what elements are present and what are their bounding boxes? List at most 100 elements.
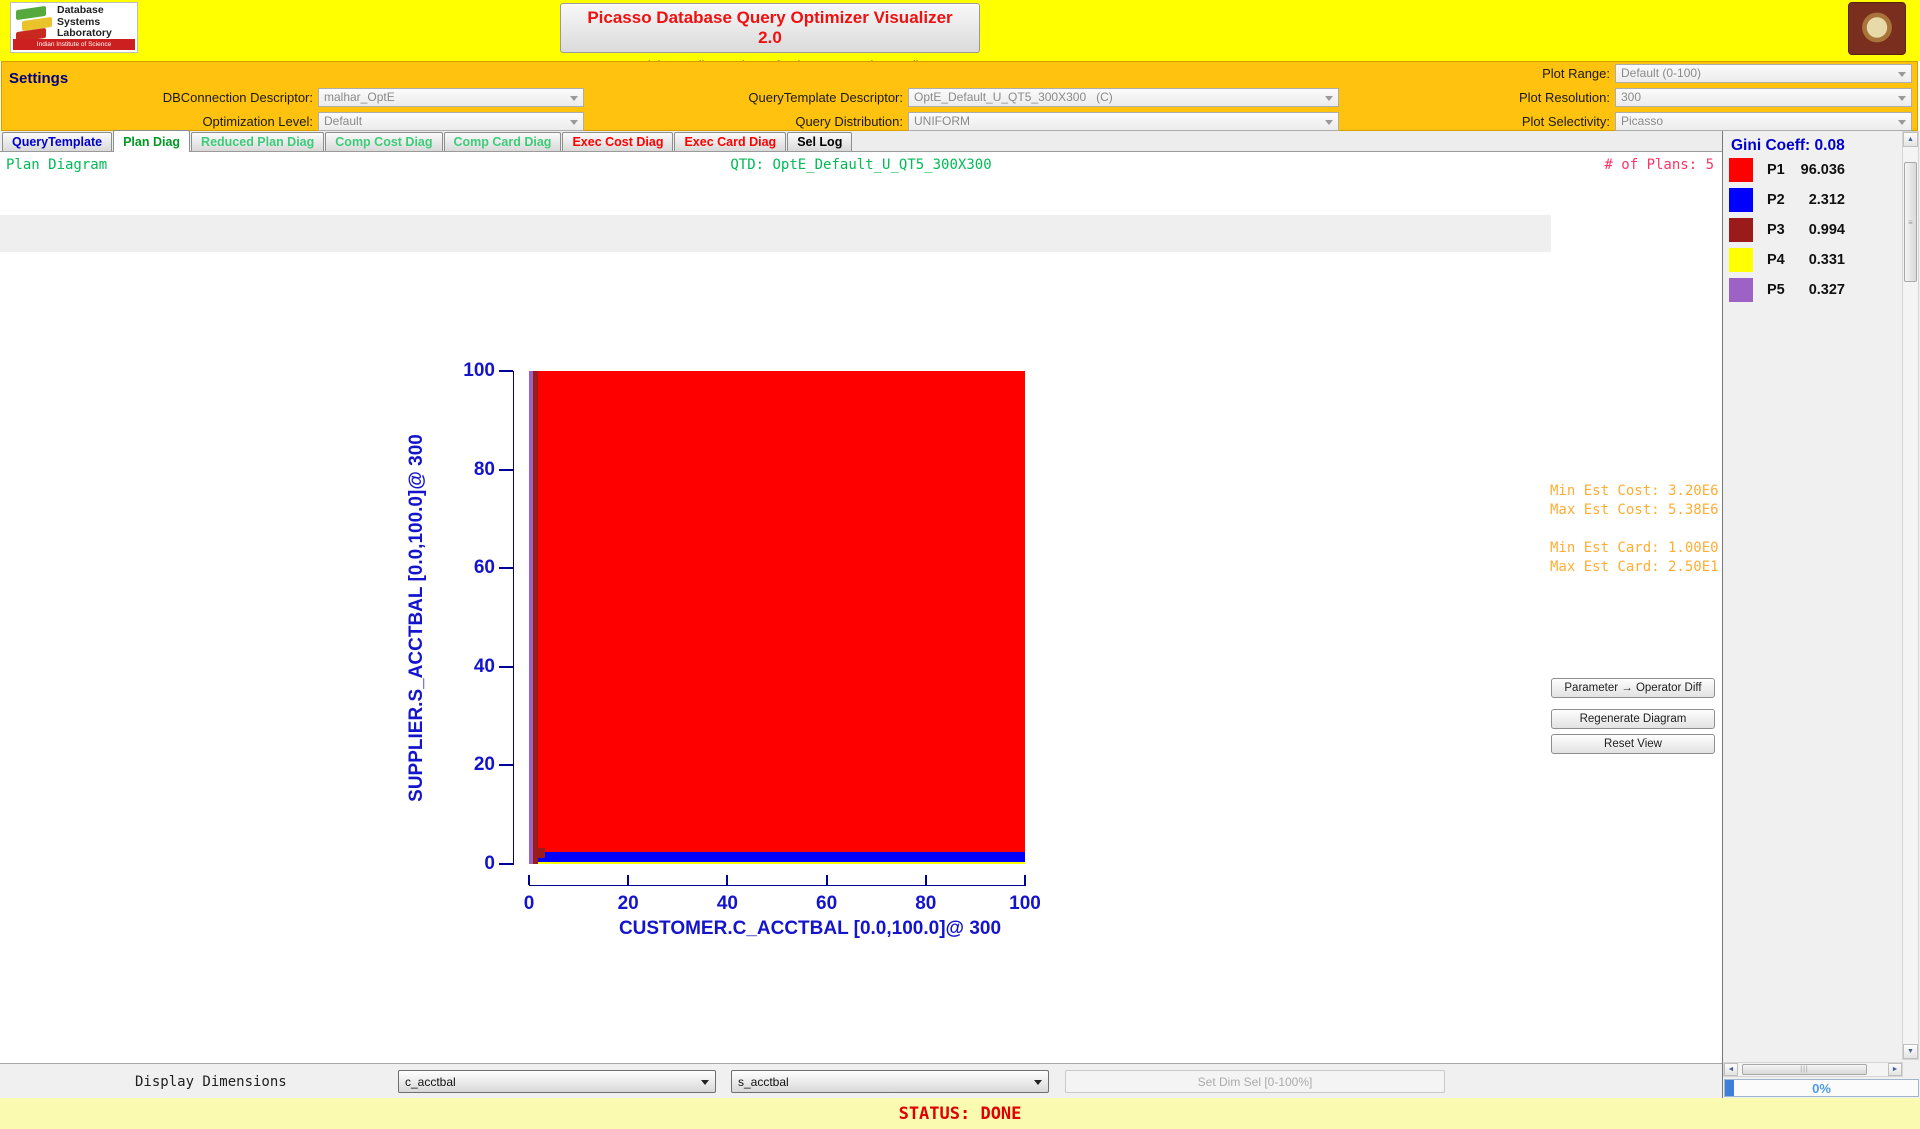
plan-region-p1[interactable] bbox=[529, 371, 1025, 864]
plot-selectivity-label: Plot Selectivity: bbox=[1521, 113, 1610, 129]
tab-plan-diag[interactable]: Plan Diag bbox=[113, 130, 191, 152]
y-tick-label: 60 bbox=[473, 557, 495, 579]
settings-title: Settings bbox=[9, 70, 69, 87]
dimension-x-value: c_acctbal bbox=[405, 1074, 456, 1089]
display-dimensions-label: Display Dimensions bbox=[135, 1074, 287, 1090]
plot-selectivity-value: Picasso bbox=[1621, 114, 1664, 128]
plan-name: P3 bbox=[1767, 222, 1785, 238]
scroll-right-icon[interactable]: ► bbox=[1888, 1063, 1902, 1076]
gray-band bbox=[0, 215, 1551, 252]
max-est-cost: Max Est Cost: 5.38E6 bbox=[1550, 502, 1719, 518]
y-tick-label: 20 bbox=[473, 754, 495, 776]
query-distribution-value: UNIFORM bbox=[914, 114, 970, 128]
optimization-level-select[interactable]: Default bbox=[318, 111, 584, 131]
y-tick-label: 40 bbox=[473, 655, 495, 677]
plan-color-swatch-p4 bbox=[1729, 248, 1753, 272]
chevron-down-icon bbox=[1898, 119, 1906, 125]
plan-color-swatch-p1 bbox=[1729, 158, 1753, 182]
x-tick-label: 100 bbox=[1009, 893, 1041, 914]
x-tick-mark bbox=[924, 875, 927, 885]
y-axis-label-text: SUPPLIER.S_ACCTBAL [0.0,100.0]@ 300 bbox=[406, 433, 428, 802]
logo-line3: Laboratory bbox=[57, 27, 112, 39]
legend-horizontal-scrollbar[interactable]: ◄ ||| ► bbox=[1723, 1062, 1903, 1077]
legend-vertical-scrollbar[interactable]: ▲ ≡ ▼ bbox=[1902, 131, 1919, 1060]
parameter-operator-diff-button[interactable]: Parameter → Operator Diff bbox=[1551, 678, 1715, 698]
x-tick-mark bbox=[726, 875, 729, 885]
plan-name: P5 bbox=[1767, 282, 1785, 298]
vertical-scrollbar-thumb[interactable]: ≡ bbox=[1904, 162, 1917, 282]
x-axis-line bbox=[529, 885, 1026, 886]
scroll-up-icon[interactable]: ▲ bbox=[1903, 132, 1918, 147]
dimension-x-select[interactable]: c_acctbal bbox=[398, 1070, 716, 1093]
plan-region-p3[interactable] bbox=[532, 848, 545, 859]
query-distribution-label: Query Distribution: bbox=[795, 113, 903, 129]
plan-legend-panel: Gini Coeff: 0.08 P1 96.036 P2 2.312 P3 0.994 P… bbox=[1722, 131, 1920, 1098]
dsl-logo: Database Systems Laboratory Indian Insti… bbox=[10, 2, 138, 53]
plot-resolution-select[interactable]: 300 bbox=[1615, 87, 1912, 107]
optimization-level-value: Default bbox=[324, 114, 363, 128]
tab-reduced-plan-diag[interactable]: Reduced Plan Diag bbox=[191, 132, 325, 151]
chevron-down-icon bbox=[1034, 1080, 1042, 1085]
tab-bar: QueryTemplate Plan Diag Reduced Plan Diag C… bbox=[0, 130, 1722, 152]
dimension-y-select[interactable]: s_acctbal bbox=[731, 1070, 1049, 1093]
plan-percentage: 0.327 bbox=[1808, 282, 1845, 298]
tab-comp-cost-diag[interactable]: Comp Cost Diag bbox=[325, 132, 443, 151]
x-tick-label: 20 bbox=[617, 893, 639, 914]
logo-subtitle: Indian Institute of Science bbox=[13, 39, 135, 50]
y-tick-mark bbox=[499, 567, 513, 570]
query-template-select[interactable]: OptE_Default_U_QT5_300X300 (C) bbox=[908, 87, 1339, 107]
db-connection-value: malhar_OptE bbox=[324, 90, 395, 104]
scroll-left-icon[interactable]: ◄ bbox=[1724, 1063, 1738, 1076]
tab-exec-card-diag[interactable]: Exec Card Diag bbox=[674, 132, 787, 151]
plan-name: P2 bbox=[1767, 192, 1785, 208]
set-dim-sel-button[interactable]: Set Dim Sel [0-100%] bbox=[1065, 1070, 1445, 1093]
y-axis-label: SUPPLIER.S_ACCTBAL [0.0,100.0]@ 300 bbox=[402, 371, 432, 864]
plan-color-swatch-p2 bbox=[1729, 188, 1753, 212]
legend-row-p5: P5 0.327 bbox=[1723, 278, 1883, 308]
chevron-down-icon bbox=[701, 1080, 709, 1085]
chevron-down-icon bbox=[1325, 119, 1333, 125]
chevron-down-icon bbox=[1898, 71, 1906, 77]
plot-resolution-label: Plot Resolution: bbox=[1518, 89, 1610, 105]
tab-exec-cost-diag[interactable]: Exec Cost Diag bbox=[562, 132, 674, 151]
query-template-value: OptE_Default_U_QT5_300X300 (C) bbox=[914, 90, 1113, 104]
scroll-down-icon[interactable]: ▼ bbox=[1903, 1044, 1918, 1059]
logo-line1: Database bbox=[57, 4, 104, 16]
min-est-card: Min Est Card: 1.00E0 bbox=[1550, 540, 1719, 556]
x-tick-mark bbox=[825, 875, 828, 885]
tab-sel-log[interactable]: Sel Log bbox=[787, 132, 853, 151]
plan-region-p2[interactable] bbox=[530, 852, 1025, 862]
chevron-down-icon bbox=[570, 119, 578, 125]
horizontal-scrollbar-thumb[interactable]: ||| bbox=[1742, 1064, 1867, 1075]
dimension-y-value: s_acctbal bbox=[738, 1074, 789, 1089]
db-connection-label: DBConnection Descriptor: bbox=[162, 89, 313, 105]
y-axis-line bbox=[513, 371, 514, 865]
plan-percentage: 0.994 bbox=[1808, 222, 1845, 238]
y-tick-label: 80 bbox=[473, 458, 495, 480]
chevron-down-icon bbox=[570, 95, 578, 101]
regenerate-diagram-button[interactable]: Regenerate Diagram bbox=[1551, 709, 1715, 729]
legend-row-p2: P2 2.312 bbox=[1723, 188, 1883, 218]
tab-querytemplate[interactable]: QueryTemplate bbox=[2, 132, 113, 151]
plan-region-p5[interactable] bbox=[529, 371, 533, 864]
progress-bar: 0% bbox=[1724, 1079, 1919, 1097]
plot-selectivity-select[interactable]: Picasso bbox=[1615, 111, 1912, 131]
x-tick-mark bbox=[528, 875, 530, 885]
qtd-label: QTD: OptE_Default_U_QT5_300X300 bbox=[730, 157, 992, 173]
num-plans-label: # of Plans: 5 bbox=[1604, 157, 1714, 173]
plan-percentage: 2.312 bbox=[1808, 192, 1845, 208]
plan-region-p3[interactable] bbox=[532, 371, 539, 864]
plot-range-value: Default (0-100) bbox=[1621, 66, 1702, 80]
reset-view-button[interactable]: Reset View bbox=[1551, 734, 1715, 754]
gini-coefficient: Gini Coeff: 0.08 bbox=[1731, 137, 1845, 154]
query-distribution-select[interactable]: UNIFORM bbox=[908, 111, 1339, 131]
top-header: Database Systems Laboratory Indian Insti… bbox=[0, 0, 1920, 73]
plan-region-p4[interactable] bbox=[530, 861, 1025, 864]
progress-percent: 0% bbox=[1812, 1081, 1831, 1096]
plot-range-select[interactable]: Default (0-100) bbox=[1615, 63, 1912, 83]
plan-diagram-plot[interactable] bbox=[529, 371, 1025, 864]
x-tick-mark bbox=[627, 875, 630, 885]
max-est-card: Max Est Card: 2.50E1 bbox=[1550, 559, 1719, 575]
tab-comp-card-diag[interactable]: Comp Card Diag bbox=[443, 132, 562, 151]
db-connection-select[interactable]: malhar_OptE bbox=[318, 87, 584, 107]
